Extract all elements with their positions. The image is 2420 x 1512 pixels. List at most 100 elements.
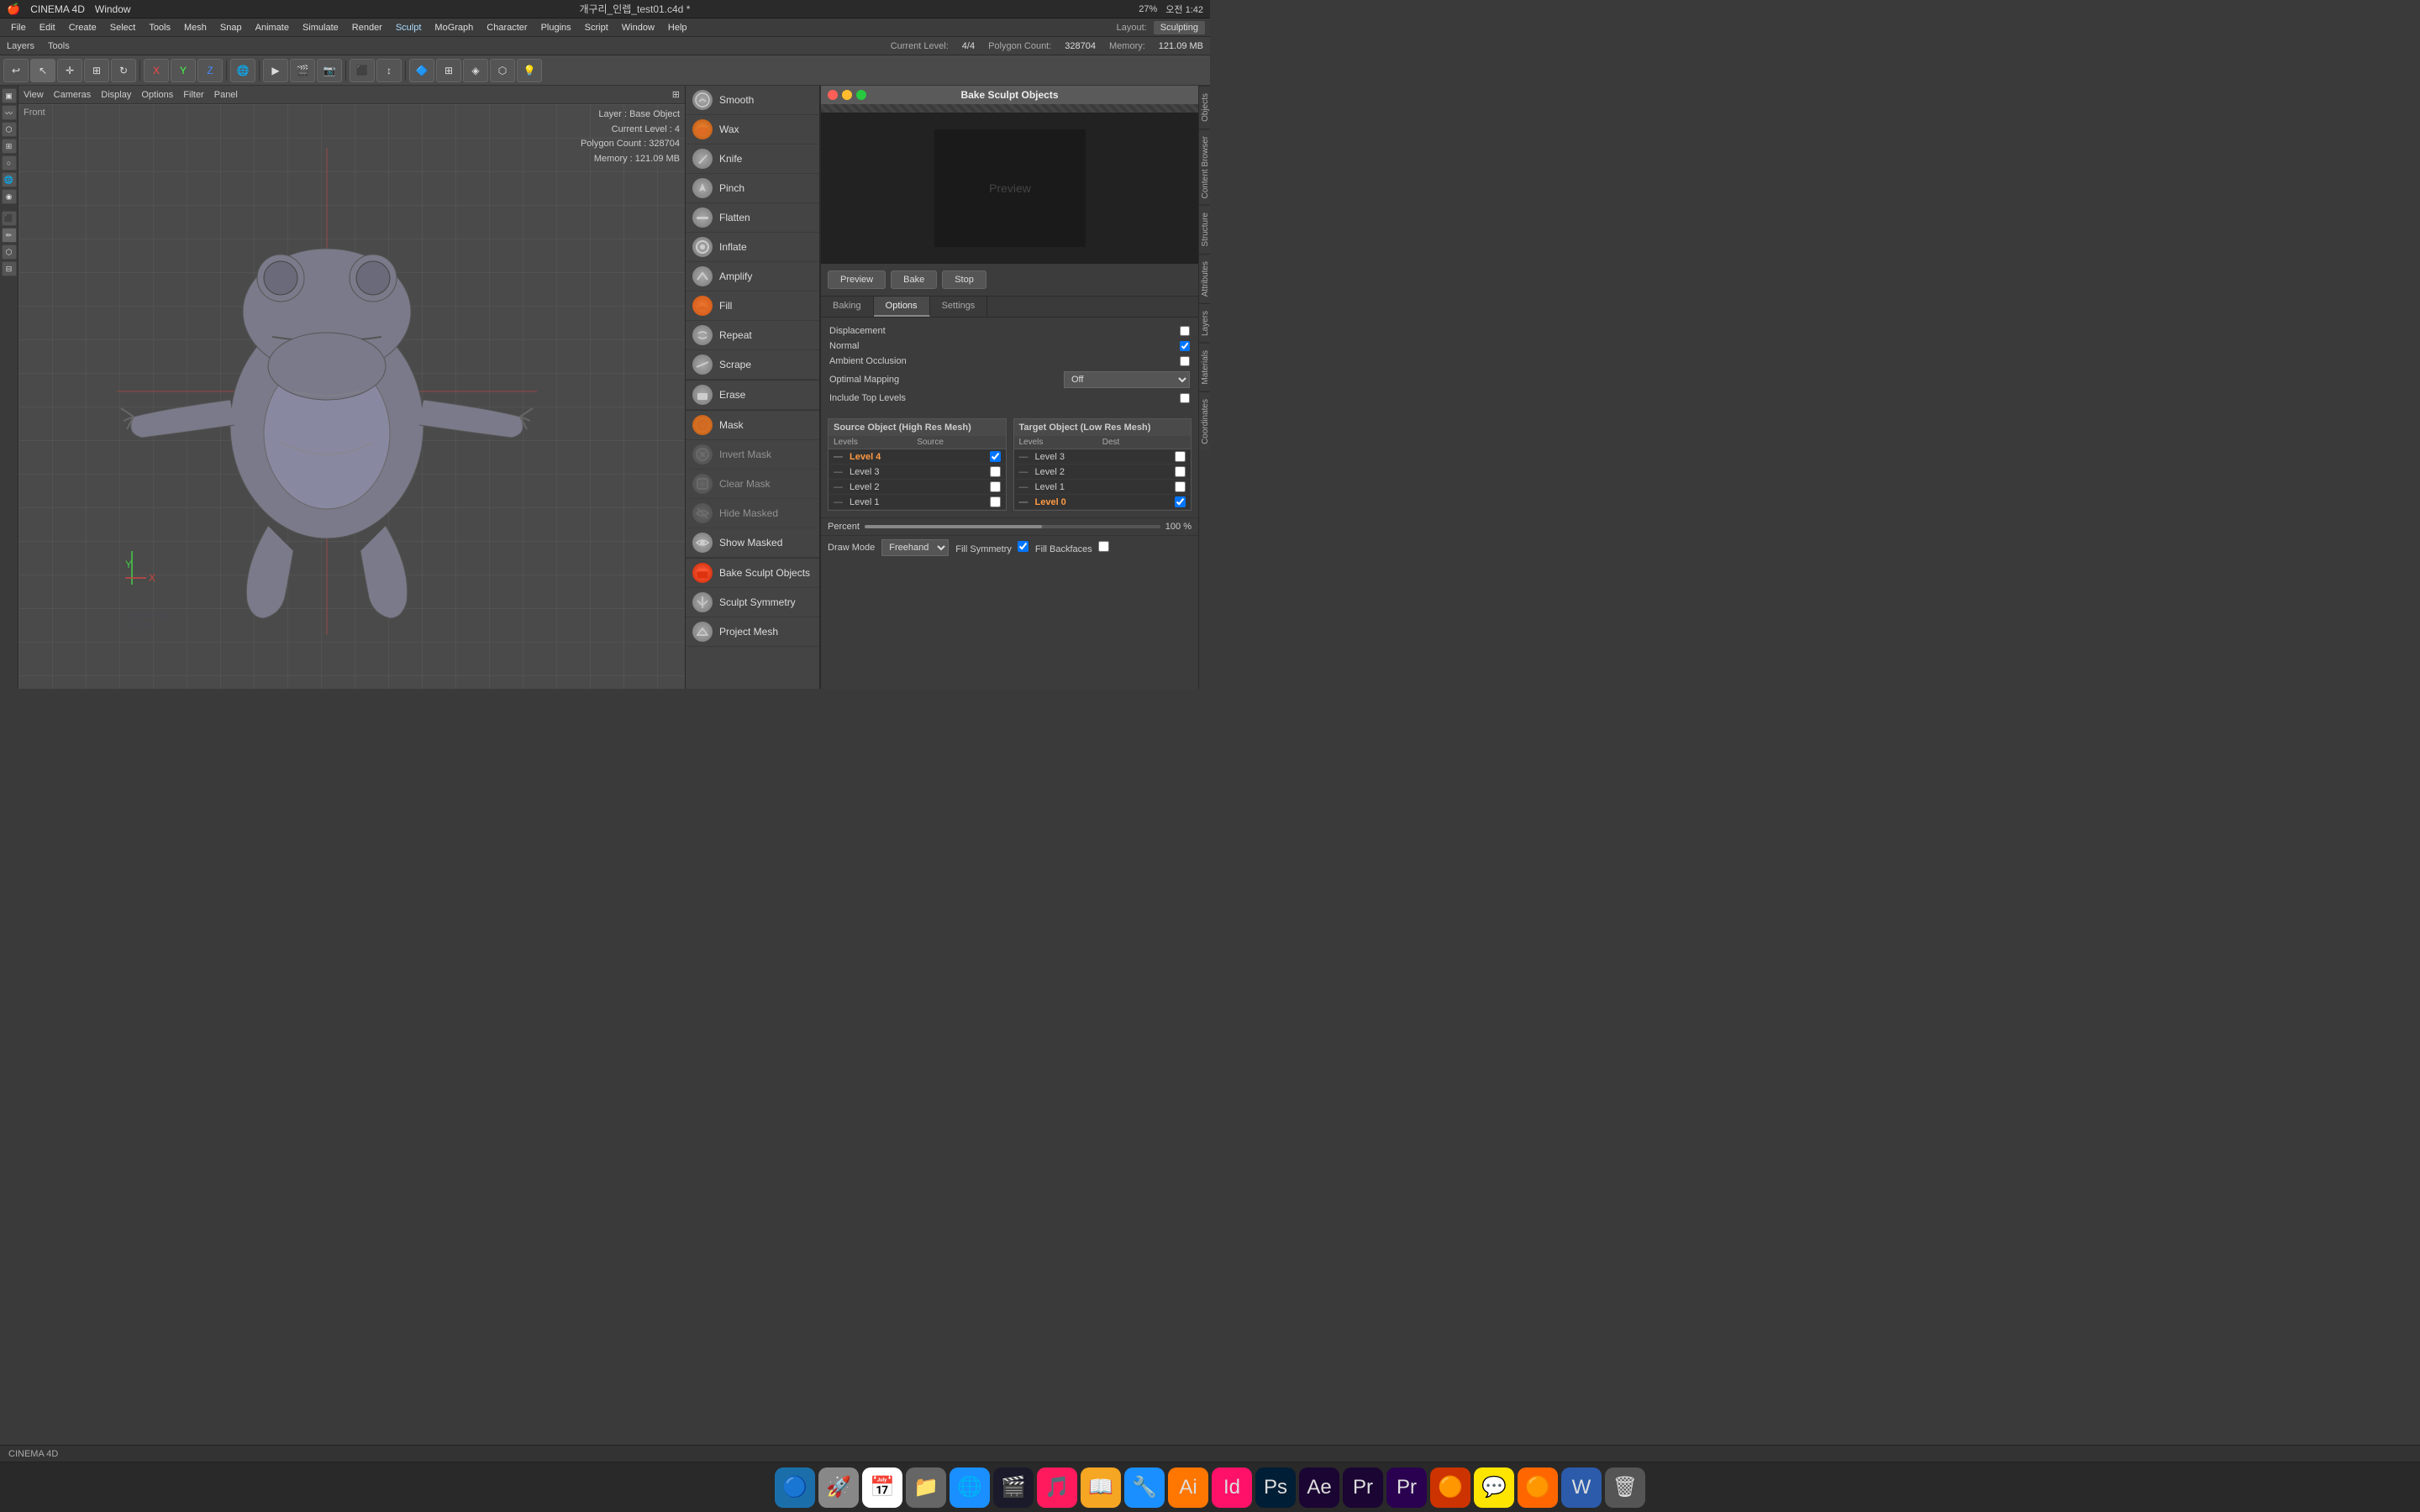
toolbar-objects[interactable]: 🔷 [409,59,434,82]
dock-aftereffects[interactable]: Ae [1299,1467,1339,1508]
sculpt-tool-project-mesh[interactable]: Project Mesh [686,617,819,647]
sculpt-tool-inflate[interactable]: Inflate [686,233,819,262]
toolbar-y-axis[interactable]: Y [171,59,196,82]
tab-options[interactable]: Options [874,297,930,317]
target-level3-check[interactable] [1175,451,1186,462]
source-row-level1[interactable]: — Level 1 [829,495,1006,510]
side-tab-layers[interactable]: Layers [1199,303,1210,343]
target-row-level2[interactable]: — Level 2 [1014,465,1192,480]
window-maximize-btn[interactable] [856,90,866,100]
side-tab-materials[interactable]: Materials [1199,343,1210,391]
layers-btn[interactable]: Layers [7,41,34,51]
source-row-level2[interactable]: — Level 2 [829,480,1006,495]
dock-safari[interactable]: 🌐 [950,1467,990,1508]
sculpt-tool-amplify[interactable]: Amplify [686,262,819,291]
toolbar-world[interactable]: 🌐 [230,59,255,82]
menu-help[interactable]: Help [662,21,693,34]
viewport-tab-view[interactable]: View [24,90,44,100]
sculpt-tool-flatten[interactable]: Flatten [686,203,819,233]
viewport[interactable]: View Cameras Display Options Filter Pane… [18,86,686,689]
menu-plugins[interactable]: Plugins [535,21,577,34]
source-row-level4[interactable]: — Level 4 [829,449,1006,465]
dock-photoshop[interactable]: Ps [1255,1467,1296,1508]
tab-settings[interactable]: Settings [930,297,988,317]
target-row-level3[interactable]: — Level 3 [1014,449,1192,465]
draw-mode-select[interactable]: Freehand Line Rectangle [881,539,949,556]
tool-symmetry[interactable]: ⊟ [2,261,17,276]
dock-illustrator[interactable]: Ai [1168,1467,1208,1508]
sculpt-tool-scrape[interactable]: Scrape [686,350,819,380]
menu-character[interactable]: Character [481,21,533,34]
sculpt-tool-pinch[interactable]: Pinch [686,174,819,203]
menu-animate[interactable]: Animate [250,21,295,34]
dock-something[interactable]: 📁 [906,1467,946,1508]
menu-script[interactable]: Script [579,21,614,34]
dock-finder[interactable]: 🔵 [775,1467,815,1508]
tool-tag[interactable]: ⬛ [2,211,17,226]
toolbar-select[interactable]: ↖ [30,59,55,82]
toolbar-x-axis[interactable]: X [144,59,169,82]
menu-mesh[interactable]: Mesh [178,21,213,34]
toolbar-light[interactable]: 💡 [517,59,542,82]
dock-calendar[interactable]: 📅 [862,1467,902,1508]
tools-btn[interactable]: Tools [48,41,70,51]
mac-window-menu[interactable]: Window [95,3,131,15]
source-level4-check[interactable] [990,451,1001,462]
tool-scene[interactable]: 🌐 [2,172,17,187]
menu-file[interactable]: File [5,21,32,34]
preview-btn[interactable]: Preview [828,270,886,289]
dock-word[interactable]: W [1561,1467,1602,1508]
sculpt-tool-smooth[interactable]: Smooth [686,86,819,115]
tool-material[interactable]: ◉ [2,189,17,204]
include-top-levels-checkbox[interactable] [1180,393,1190,403]
apple-menu[interactable]: 🍎 [7,3,20,16]
toolbar-something[interactable]: ⬡ [490,59,515,82]
toolbar-move[interactable]: ✛ [57,59,82,82]
toolbar-z-axis[interactable]: Z [197,59,223,82]
dock-premierepro2[interactable]: Pr [1386,1467,1427,1508]
menu-tools[interactable]: Tools [143,21,176,34]
viewport-fit[interactable]: ⊞ [672,89,680,100]
target-row-level1[interactable]: — Level 1 [1014,480,1192,495]
fill-backfaces-checkbox[interactable] [1098,541,1109,552]
sculpt-tool-invert-mask[interactable]: Invert Mask [686,440,819,470]
menu-edit[interactable]: Edit [34,21,61,34]
sculpt-tool-clear-mask[interactable]: Clear Mask [686,470,819,499]
toolbar-persp[interactable]: ⬛ [350,59,375,82]
dock-indesign[interactable]: Id [1212,1467,1252,1508]
tool-deformer[interactable]: ⊞ [2,139,17,154]
sculpt-tool-mask[interactable]: Mask [686,411,819,440]
viewport-tab-panel[interactable]: Panel [214,90,238,100]
dock-cinema4d[interactable]: 🎬 [993,1467,1034,1508]
side-tab-attributes[interactable]: Attributes [1199,254,1210,303]
fill-symmetry-checkbox[interactable] [1018,541,1028,552]
dock-orange1[interactable]: 🟠 [1430,1467,1470,1508]
tool-sculpt-left[interactable]: ⬡ [2,244,17,260]
toolbar-rotate[interactable]: ↻ [111,59,136,82]
percent-slider[interactable] [865,525,1160,528]
sculpt-tool-erase[interactable]: Erase [686,381,819,410]
dock-ebooks[interactable]: 📖 [1081,1467,1121,1508]
viewport-tab-options[interactable]: Options [141,90,173,100]
target-level0-check[interactable] [1175,496,1186,507]
tool-generator[interactable]: ⬡ [2,122,17,137]
tool-spline[interactable]: 〰 [2,105,17,120]
sculpt-tool-hide-masked[interactable]: Hide Masked [686,499,819,528]
toolbar-render[interactable]: 🎬 [290,59,315,82]
sculpt-tool-wax[interactable]: Wax [686,115,819,144]
source-row-level3[interactable]: — Level 3 [829,465,1006,480]
menu-snap[interactable]: Snap [214,21,248,34]
menu-simulate[interactable]: Simulate [297,21,345,34]
side-tab-coordinates[interactable]: Coordinates [1199,391,1210,451]
toolbar-scale[interactable]: ⊞ [84,59,109,82]
sculpt-tool-show-masked[interactable]: Show Masked [686,528,819,558]
tab-baking[interactable]: Baking [821,297,874,317]
viewport-tab-filter[interactable]: Filter [183,90,203,100]
normal-checkbox[interactable] [1180,341,1190,351]
source-level3-check[interactable] [990,466,1001,477]
dock-launchpad[interactable]: 🚀 [818,1467,859,1508]
side-tab-content-browser[interactable]: Content Browser [1199,129,1210,205]
target-level1-check[interactable] [1175,481,1186,492]
tool-polygon[interactable]: ▣ [2,88,17,103]
menu-window[interactable]: Window [616,21,660,34]
